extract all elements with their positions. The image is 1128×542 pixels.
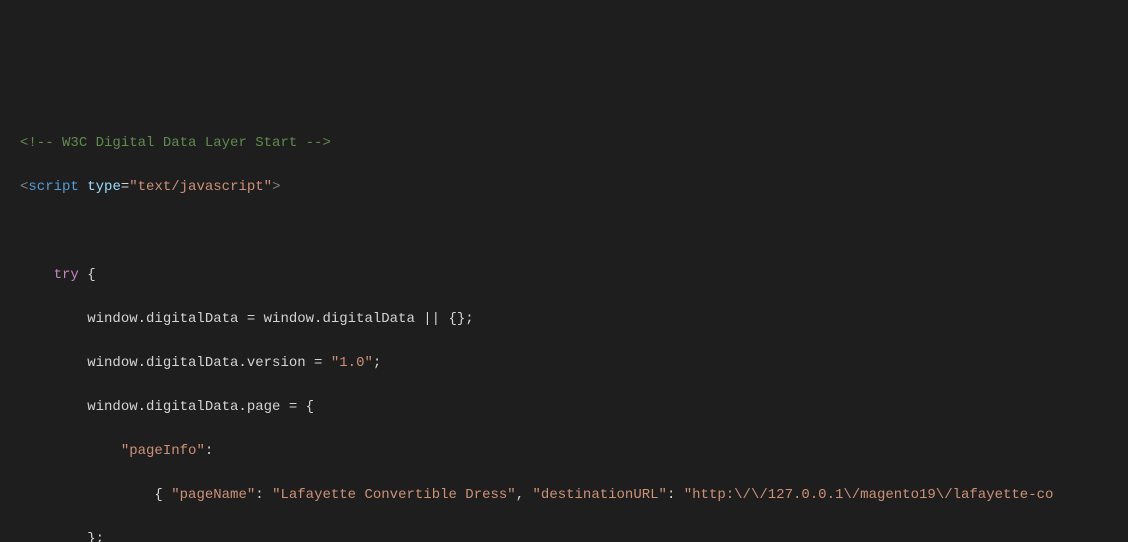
code-line: }; [0, 528, 1128, 542]
code-line: window.digitalData.page = { [0, 396, 1128, 418]
code-line [0, 220, 1128, 242]
code-line: "pageInfo": [0, 440, 1128, 462]
code-line: <!-- W3C Digital Data Layer Start --> [0, 132, 1128, 154]
code-line: <script type="text/javascript"> [0, 176, 1128, 198]
code-line: try { [0, 264, 1128, 286]
code-line: { "pageName": "Lafayette Convertible Dre… [0, 484, 1128, 506]
code-line: window.digitalData.version = "1.0"; [0, 352, 1128, 374]
code-editor[interactable]: <!-- W3C Digital Data Layer Start --> <s… [0, 110, 1128, 542]
code-line: window.digitalData = window.digitalData … [0, 308, 1128, 330]
